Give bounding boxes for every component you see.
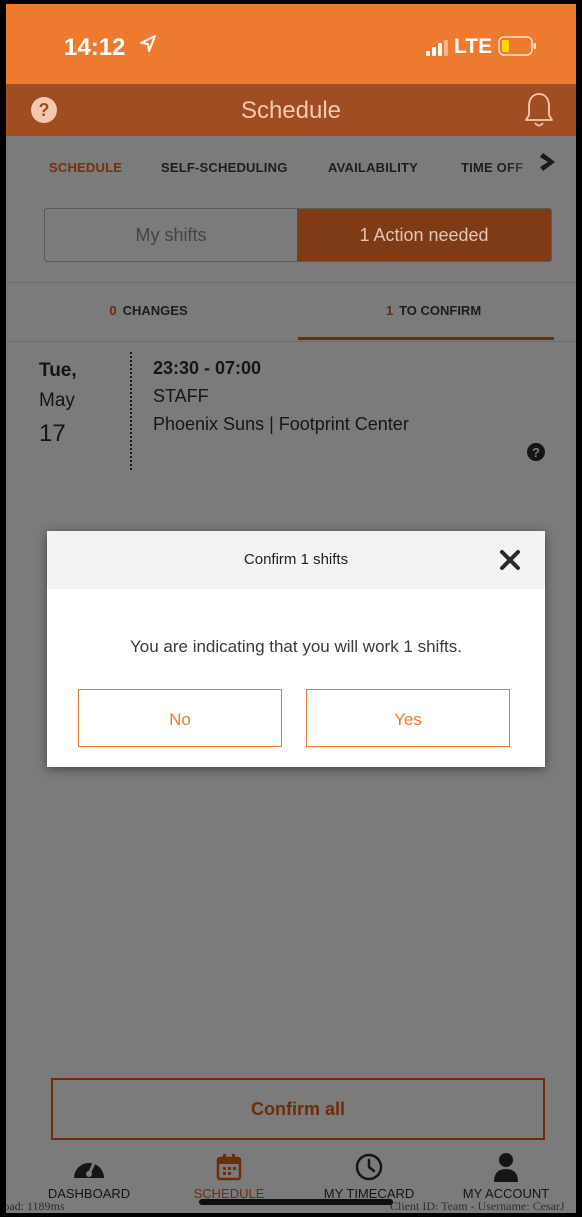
user-icon <box>436 1152 576 1182</box>
calendar-icon <box>159 1152 299 1182</box>
subtab-changes[interactable]: 0 CHANGES <box>6 303 291 318</box>
my-shifts-toggle[interactable]: My shifts <box>45 209 297 261</box>
status-time: 14:12 <box>64 34 126 61</box>
dialog-header: Confirm 1 shifts <box>47 531 545 589</box>
shift-time: 23:30 - 07:00 <box>153 358 262 378</box>
confirm-shifts-dialog: Confirm 1 shifts You are indicating that… <box>47 531 545 767</box>
shift-location: Phoenix Suns | Footprint Center <box>153 414 409 434</box>
shift-weekday: Tue, <box>39 360 77 381</box>
shift-help-icon[interactable]: ? <box>526 442 546 467</box>
bell-icon[interactable] <box>524 91 554 134</box>
action-needed-toggle[interactable]: 1 Action needed <box>297 209 551 261</box>
top-tabs: SCHEDULE SELF-SCHEDULING AVAILABILITY TI… <box>6 136 576 196</box>
yes-button[interactable]: Yes <box>306 689 510 747</box>
shift-item[interactable]: Tue, May 17 23:30 - 07:00 STAFF Phoenix … <box>6 340 576 480</box>
to-confirm-label: TO CONFIRM <box>399 303 482 318</box>
confirm-all-button[interactable]: Confirm all <box>51 1078 545 1140</box>
dialog-message: You are indicating that you will work 1 … <box>130 637 462 656</box>
status-bar: 14:12 LTE <box>6 4 576 84</box>
signal-icon <box>426 40 450 61</box>
tab-availability[interactable]: AVAILABILITY <box>328 160 418 175</box>
shift-divider <box>130 352 132 470</box>
subtab-to-confirm[interactable]: 1 TO CONFIRM <box>291 303 576 318</box>
chevron-right-icon[interactable] <box>537 150 561 179</box>
home-indicator[interactable] <box>199 1199 393 1205</box>
phone-screen: 14:12 LTE ? Schedule SCHEDULE SELF-SCHED… <box>6 4 576 1213</box>
battery-icon <box>498 36 538 61</box>
dashboard-icon <box>19 1152 159 1182</box>
page-title: Schedule <box>240 97 342 124</box>
nav-schedule[interactable]: SCHEDULE <box>159 1152 299 1201</box>
changes-label: CHANGES <box>122 303 188 318</box>
dialog-title: Confirm 1 shifts <box>243 551 349 568</box>
network-label: LTE <box>454 35 493 58</box>
close-icon[interactable] <box>499 549 521 576</box>
nav-my-account[interactable]: MY ACCOUNT <box>436 1152 576 1201</box>
sub-tabs: 0 CHANGES 1 TO CONFIRM <box>6 282 576 342</box>
location-arrow-icon <box>139 34 157 59</box>
shift-month: May <box>39 390 75 411</box>
shift-role: STAFF <box>153 386 209 406</box>
shift-view-toggle: My shifts 1 Action needed <box>44 208 552 262</box>
clock-icon <box>299 1152 439 1182</box>
shift-day: 17 <box>39 420 66 447</box>
no-button[interactable]: No <box>78 689 282 747</box>
tab-self-scheduling[interactable]: SELF-SCHEDULING <box>161 160 288 175</box>
load-time-text: load: 1189ms <box>6 1199 65 1213</box>
app-header: ? Schedule <box>6 84 576 136</box>
svg-text:?: ? <box>532 445 540 460</box>
tab-schedule[interactable]: SCHEDULE <box>49 160 122 175</box>
changes-count: 0 <box>109 303 117 318</box>
nav-my-timecard[interactable]: MY TIMECARD <box>299 1152 439 1201</box>
nav-dashboard[interactable]: DASHBOARD <box>19 1152 159 1201</box>
client-info-text: Client ID: Team - Username: CesarJ <box>390 1199 565 1213</box>
to-confirm-count: 1 <box>385 303 394 318</box>
